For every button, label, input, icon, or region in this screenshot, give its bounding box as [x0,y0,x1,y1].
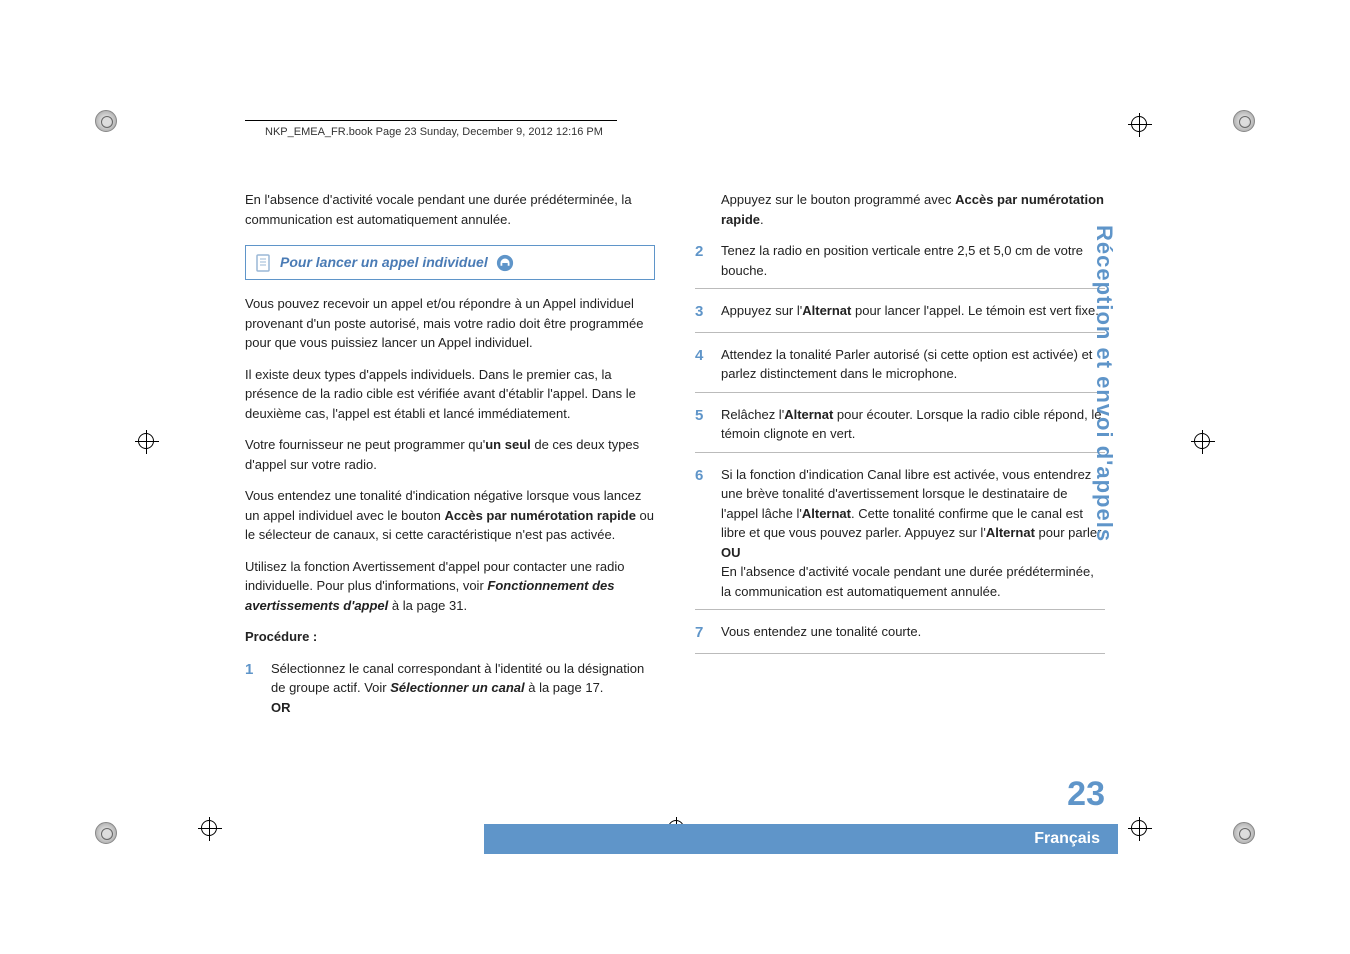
step-number: 4 [695,345,709,384]
paragraph: Vous pouvez recevoir un appel et/ou répo… [245,294,655,353]
paragraph: Appuyez sur le bouton programmé avec Acc… [721,190,1105,229]
step-number: 7 [695,622,709,645]
paragraph: Il existe deux types d'appels individuel… [245,365,655,424]
paragraph: Votre fournisseur ne peut programmer qu'… [245,435,655,474]
headset-icon [496,254,514,272]
section-heading: Pour lancer un appel individuel [245,245,655,280]
left-column: En l'absence d'activité vocale pendant u… [245,190,655,725]
paragraph: Utilisez la fonction Avertissement d'app… [245,557,655,616]
crop-mark-icon [95,822,117,844]
right-column: Appuyez sur le bouton programmé avec Acc… [695,190,1105,725]
registration-mark-icon [1128,817,1152,841]
registration-mark-icon [198,817,222,841]
side-section-title: Réception et envoi d'appels [1091,225,1117,542]
registration-mark-icon [135,430,159,454]
step-6: 6 Si la fonction d'indication Canal libr… [695,457,1105,611]
crop-mark-icon [1233,822,1255,844]
step-number: 6 [695,465,709,602]
step-number: 2 [695,241,709,280]
steps-list: 2 Tenez la radio en position verticale e… [695,241,1105,654]
step-7: 7 Vous entendez une tonalité courte. [695,614,1105,654]
step-5: 5 Relâchez l'Alternat pour écouter. Lors… [695,397,1105,453]
header-text: NKP_EMEA_FR.book Page 23 Sunday, Decembe… [265,126,603,138]
registration-mark-icon [1128,113,1152,137]
paragraph: Vous entendez une tonalité d'indication … [245,486,655,545]
step-4: 4 Attendez la tonalité Parler autorisé (… [695,337,1105,393]
crop-mark-icon [95,110,117,132]
language-bar: Français [484,824,1118,854]
step-3: 3 Appuyez sur l'Alternat pour lancer l'a… [695,293,1105,333]
document-icon [256,254,272,272]
header-rule [245,120,617,121]
step-2: 2 Tenez la radio en position verticale e… [695,241,1105,289]
page-content: En l'absence d'activité vocale pendant u… [245,190,1105,725]
intro-paragraph: En l'absence d'activité vocale pendant u… [245,190,655,229]
registration-mark-icon [1191,430,1215,454]
step-number: 5 [695,405,709,444]
step-body: Sélectionnez le canal correspondant à l'… [271,659,655,718]
step-1: 1 Sélectionnez le canal correspondant à … [245,659,655,718]
page-number: 23 [1067,775,1105,814]
procedure-label: Procédure : [245,627,655,647]
step-number: 1 [245,659,259,718]
heading-label: Pour lancer un appel individuel [280,252,488,273]
crop-mark-icon [1233,110,1255,132]
step-number: 3 [695,301,709,324]
